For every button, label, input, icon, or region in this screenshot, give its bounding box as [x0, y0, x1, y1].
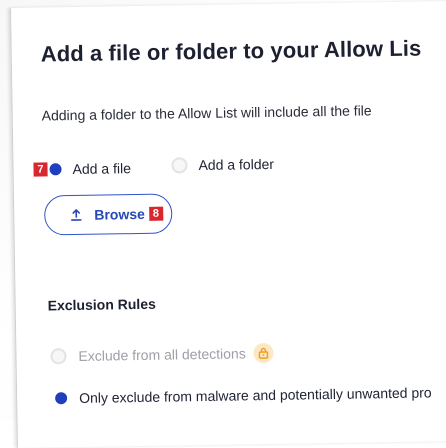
- step-marker-7: 7: [33, 162, 48, 177]
- exclusion-rules-heading: Exclusion Rules: [47, 295, 156, 314]
- exclude-malware-label: Only exclude from malware and potentiall…: [79, 384, 432, 406]
- allow-list-dialog: Add a file or folder to your Allow Lis A…: [10, 0, 446, 448]
- add-file-label: Add a file: [72, 160, 132, 178]
- add-file-radio[interactable]: [49, 163, 62, 176]
- step-marker-8: 8: [148, 206, 163, 221]
- exclude-all-radio[interactable]: [50, 348, 67, 365]
- exclude-all-label: Exclude from all detections: [78, 345, 246, 364]
- add-folder-radio[interactable]: [171, 157, 188, 174]
- add-folder-label: Add a folder: [198, 155, 275, 174]
- dialog-description: Adding a folder to the Allow List will i…: [41, 102, 372, 124]
- dialog-title: Add a file or folder to your Allow Lis: [40, 35, 422, 67]
- upload-icon: [71, 209, 82, 221]
- add-file-option[interactable]: 7 Add a file: [33, 160, 131, 178]
- lock-icon: [253, 342, 274, 364]
- browse-label: Browse: [94, 205, 145, 223]
- add-folder-option[interactable]: Add a folder: [171, 156, 274, 174]
- exclude-malware-option[interactable]: Only exclude from malware and potentiall…: [55, 384, 432, 406]
- exclude-all-option[interactable]: Exclude from all detections: [50, 342, 274, 367]
- browse-button[interactable]: Browse 8: [43, 193, 173, 236]
- exclude-malware-radio[interactable]: [55, 392, 68, 405]
